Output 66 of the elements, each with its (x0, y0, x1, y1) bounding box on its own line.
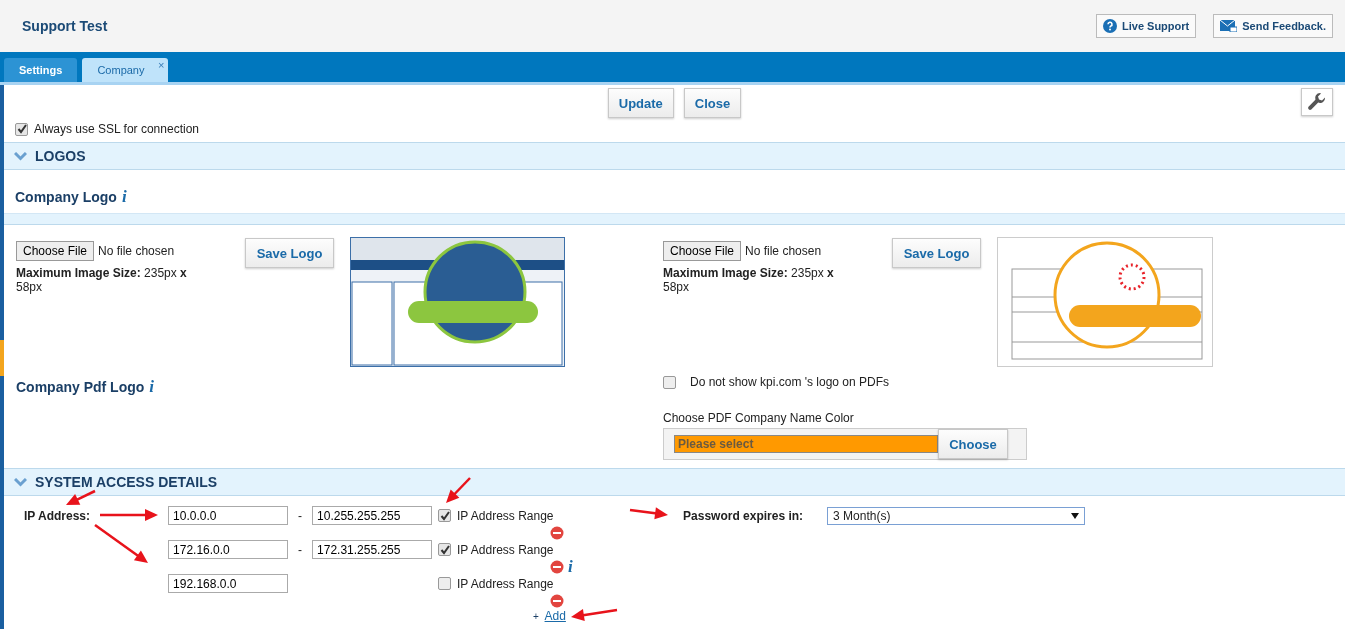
ip-from-field[interactable]: 10.0.0.0 (168, 506, 289, 525)
save-logo-button[interactable]: Save Logo (245, 238, 334, 268)
close-button[interactable]: Close (683, 88, 742, 118)
remove-icon[interactable] (550, 525, 565, 540)
add-link[interactable]: Add (544, 609, 566, 623)
checkbox[interactable] (15, 122, 28, 136)
checkbox-label: Always use SSL for connection (34, 122, 199, 136)
annotation-arrow (629, 507, 668, 520)
ip-from-field[interactable]: 192.168.0.0 (168, 574, 289, 593)
tab[interactable]: Company × (82, 58, 169, 82)
settings-button[interactable] (1301, 88, 1333, 116)
info-icon[interactable]: i (568, 558, 573, 575)
annotation-arrow (571, 608, 618, 621)
choose-file-button[interactable]: Choose File (16, 241, 95, 261)
tab[interactable]: Settings (4, 58, 78, 82)
field-label: IP Address: (23, 508, 91, 523)
ip-to-field[interactable]: 172.31.255.255 (312, 540, 433, 559)
choose-button[interactable]: Choose (938, 429, 1008, 459)
file-status: No file chosen (98, 244, 175, 258)
image-size-hint: Maximum Image Size: 235px x 58px (663, 267, 835, 295)
color-picker[interactable]: Please select Choose (663, 428, 1027, 460)
checkbox[interactable] (438, 509, 452, 522)
feedback-button[interactable]: Send Feedback. (1213, 14, 1333, 38)
wrench-icon (1307, 92, 1327, 112)
save-logo-button[interactable]: Save Logo (892, 238, 981, 268)
dropdown-arrow-icon (1071, 513, 1080, 519)
field-label: Company Logo (15, 189, 117, 205)
section-header[interactable]: LOGOS (4, 142, 1345, 170)
checkbox[interactable] (438, 577, 452, 590)
app-title: Support Test (22, 18, 108, 34)
live-support-button[interactable]: Live Support (1096, 14, 1197, 38)
checkbox[interactable] (438, 543, 452, 556)
field-label: Company Pdf Logo (16, 379, 145, 395)
annotation-arrow (66, 489, 96, 505)
ip-from-field[interactable]: 172.16.0.0 (168, 540, 289, 559)
section-title: LOGOS (35, 148, 86, 164)
plus-sign: + (533, 611, 539, 622)
checkbox-label: IP Address Range (457, 576, 554, 591)
checkbox-label: IP Address Range (457, 542, 554, 557)
remove-icon[interactable] (550, 559, 565, 574)
annotation-arrow (100, 509, 158, 521)
range-separator: - (297, 508, 304, 523)
info-icon[interactable]: i (149, 378, 155, 395)
color-field[interactable]: Please select (674, 435, 938, 453)
field-label: Password expires in: (683, 509, 805, 523)
annotation-arrow (94, 524, 148, 563)
password-expiry-dropdown[interactable]: 3 Month(s) (827, 507, 1086, 525)
help-icon (1103, 19, 1117, 33)
file-status: No file chosen (745, 244, 822, 258)
section-header[interactable]: SYSTEM ACCESS DETAILS (4, 468, 1345, 496)
update-button[interactable]: Update (607, 88, 674, 118)
annotation-arrow (446, 477, 471, 503)
mail-icon (1220, 20, 1238, 32)
image-size-hint: Maximum Image Size: 235px x 58px (16, 267, 188, 295)
close-tab-icon[interactable]: × (158, 59, 165, 71)
section-title: SYSTEM ACCESS DETAILS (35, 474, 218, 490)
ip-to-field[interactable]: 10.255.255.255 (312, 506, 433, 525)
checkbox-label: IP Address Range (457, 508, 554, 523)
info-icon[interactable]: i (121, 188, 127, 205)
range-separator: - (297, 542, 304, 557)
sidebar-toggle-handle[interactable] (0, 340, 4, 376)
choose-file-button[interactable]: Choose File (663, 241, 742, 261)
checkbox[interactable] (663, 375, 676, 389)
remove-icon[interactable] (550, 593, 565, 608)
field-label: Choose PDF Company Name Color (663, 411, 855, 425)
checkbox-label: Do not show kpi.com 's logo on PDFs (690, 375, 890, 389)
